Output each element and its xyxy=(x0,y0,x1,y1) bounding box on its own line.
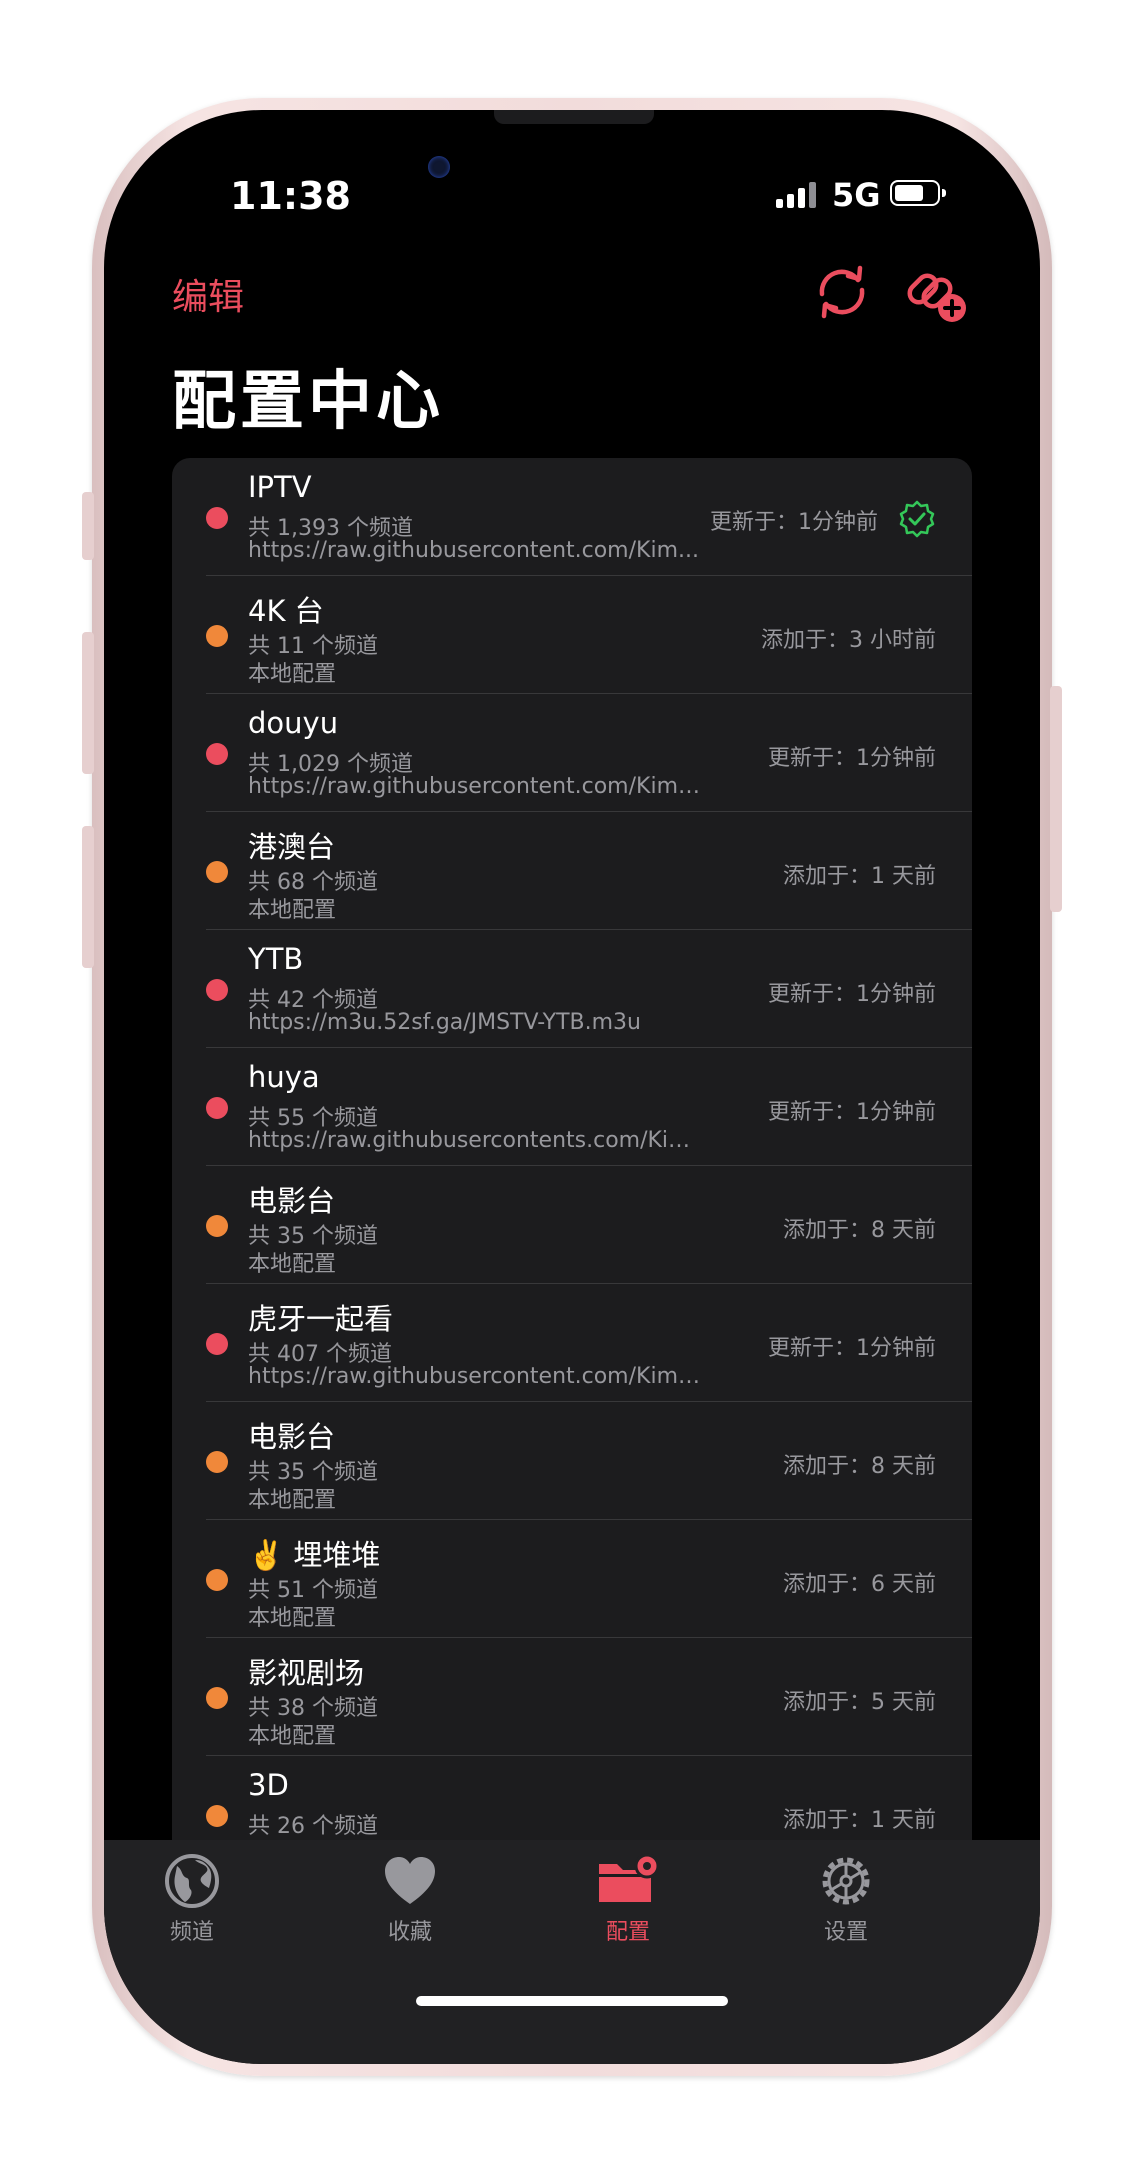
status-dot xyxy=(206,979,228,1001)
item-time: 添加于：3 小时前 xyxy=(761,628,936,653)
mute-switch xyxy=(82,492,94,560)
status-dot xyxy=(206,625,228,647)
item-source: 本地配置 xyxy=(248,1252,337,1277)
globe-icon xyxy=(165,1854,219,1908)
tab-channels[interactable]: 频道 xyxy=(132,1852,252,1946)
verified-check-icon xyxy=(899,500,935,538)
list-item[interactable]: 电影台 共 35 个频道 本地配置 添加于：8 天前 xyxy=(172,1402,972,1520)
tab-bar: 频道 收藏 配置 设置 xyxy=(104,1840,1040,2064)
battery-icon xyxy=(890,180,946,206)
item-time: 更新于：1分钟前 xyxy=(768,1100,936,1125)
item-time: 添加于：8 天前 xyxy=(783,1454,936,1479)
item-name: ✌️ 埋堆堆 xyxy=(248,1538,381,1572)
item-time: 添加于：1 天前 xyxy=(783,1808,936,1833)
list-item[interactable]: 影视剧场 共 38 个频道 本地配置 添加于：5 天前 xyxy=(172,1638,972,1756)
power-button xyxy=(1050,686,1062,912)
status-dot xyxy=(206,507,228,529)
tab-label: 配置 xyxy=(605,1920,650,1945)
item-source: https://raw.githubusercontent.com/Kim... xyxy=(248,538,699,563)
item-time: 添加于：8 天前 xyxy=(783,1218,936,1243)
volume-down-button xyxy=(82,826,94,968)
home-indicator[interactable] xyxy=(416,1996,728,2006)
item-source: 本地配置 xyxy=(248,1724,337,1749)
item-name: 3D xyxy=(248,1768,289,1802)
list-item[interactable]: ✌️ 埋堆堆 共 51 个频道 本地配置 添加于：6 天前 xyxy=(172,1520,972,1638)
status-dot xyxy=(206,1687,228,1709)
item-source: https://raw.githubusercontent.com/Kiment… xyxy=(248,774,708,799)
item-source: 本地配置 xyxy=(248,1488,337,1513)
tab-favorites[interactable]: 收藏 xyxy=(350,1852,470,1946)
status-dot xyxy=(206,1333,228,1355)
item-name: 4K 台 xyxy=(248,594,324,628)
item-name: 虎牙一起看 xyxy=(248,1302,394,1336)
item-name: huya xyxy=(248,1060,320,1094)
item-source: https://raw.githubusercontents.com/Kimen… xyxy=(248,1128,708,1153)
status-dot xyxy=(206,743,228,765)
tab-label: 频道 xyxy=(169,1920,214,1945)
list-item[interactable]: 港澳台 共 68 个频道 本地配置 添加于：1 天前 xyxy=(172,812,972,930)
item-source: 本地配置 xyxy=(248,662,337,687)
list-item[interactable]: 虎牙一起看 共 407 个频道 https://raw.githubuserco… xyxy=(172,1284,972,1402)
item-count: 共 26 个频道 xyxy=(248,1814,378,1839)
item-source: https://raw.githubusercontent.com/Kiment… xyxy=(248,1364,708,1389)
sync-icon[interactable] xyxy=(810,260,874,324)
item-name: IPTV xyxy=(248,470,312,504)
item-time: 更新于：1分钟前 xyxy=(768,746,936,771)
list-item[interactable]: 电影台 共 35 个频道 本地配置 添加于：8 天前 xyxy=(172,1166,972,1284)
heart-icon xyxy=(385,1857,435,1904)
gear-icon xyxy=(822,1857,870,1905)
cellular-signal-icon xyxy=(776,182,816,208)
page-title: 配置中心 xyxy=(172,365,444,439)
status-dot xyxy=(206,1451,228,1473)
item-time: 更新于：1分钟前 xyxy=(768,982,936,1007)
item-name: YTB xyxy=(248,942,304,976)
folder-gear-icon xyxy=(599,1853,660,1902)
tab-label: 收藏 xyxy=(387,1920,432,1945)
link-add-icon[interactable] xyxy=(904,260,970,326)
status-time: 11:38 xyxy=(230,174,351,218)
item-time: 添加于：1 天前 xyxy=(783,864,936,889)
earpiece-speaker xyxy=(494,110,654,124)
tab-label: 设置 xyxy=(823,1920,868,1945)
item-name: 电影台 xyxy=(248,1420,336,1454)
list-item[interactable]: huya 共 55 个频道 https://raw.githubusercont… xyxy=(172,1048,972,1166)
edit-button[interactable]: 编辑 xyxy=(172,268,244,320)
phone-screen: 11:38 5G 编辑 配置中心 IPTV 共 1,393 个频道 https:… xyxy=(104,110,1040,2064)
status-dot xyxy=(206,1097,228,1119)
list-item[interactable]: IPTV 共 1,393 个频道 https://raw.githubuserc… xyxy=(172,458,972,576)
item-name: douyu xyxy=(248,706,339,740)
item-time: 添加于：5 天前 xyxy=(783,1690,936,1715)
item-name: 影视剧场 xyxy=(248,1656,365,1690)
list-item[interactable]: douyu 共 1,029 个频道 https://raw.githubuser… xyxy=(172,694,972,812)
item-source: 本地配置 xyxy=(248,1606,337,1631)
item-source: https://m3u.52sf.ga/JMSTV-YTB.m3u xyxy=(248,1010,641,1035)
tab-settings[interactable]: 设置 xyxy=(786,1852,906,1946)
item-time: 添加于：6 天前 xyxy=(783,1572,936,1597)
status-dot xyxy=(206,1805,228,1827)
status-dot xyxy=(206,1569,228,1591)
status-dot xyxy=(206,861,228,883)
list-item[interactable]: YTB 共 42 个频道 https://m3u.52sf.ga/JMSTV-Y… xyxy=(172,930,972,1048)
item-name: 港澳台 xyxy=(248,830,336,864)
item-source: 本地配置 xyxy=(248,898,337,923)
item-time: 更新于：1分钟前 xyxy=(768,1336,936,1361)
tab-config[interactable]: 配置 xyxy=(568,1852,688,1946)
volume-up-button xyxy=(82,632,94,774)
item-name: 电影台 xyxy=(248,1184,336,1218)
status-dot xyxy=(206,1215,228,1237)
network-type: 5G xyxy=(832,176,881,214)
list-item[interactable]: 4K 台 共 11 个频道 本地配置 添加于：3 小时前 xyxy=(172,576,972,694)
front-camera xyxy=(428,156,450,178)
config-list: IPTV 共 1,393 个频道 https://raw.githubuserc… xyxy=(172,458,972,1958)
item-time: 更新于：1分钟前 xyxy=(710,510,878,535)
